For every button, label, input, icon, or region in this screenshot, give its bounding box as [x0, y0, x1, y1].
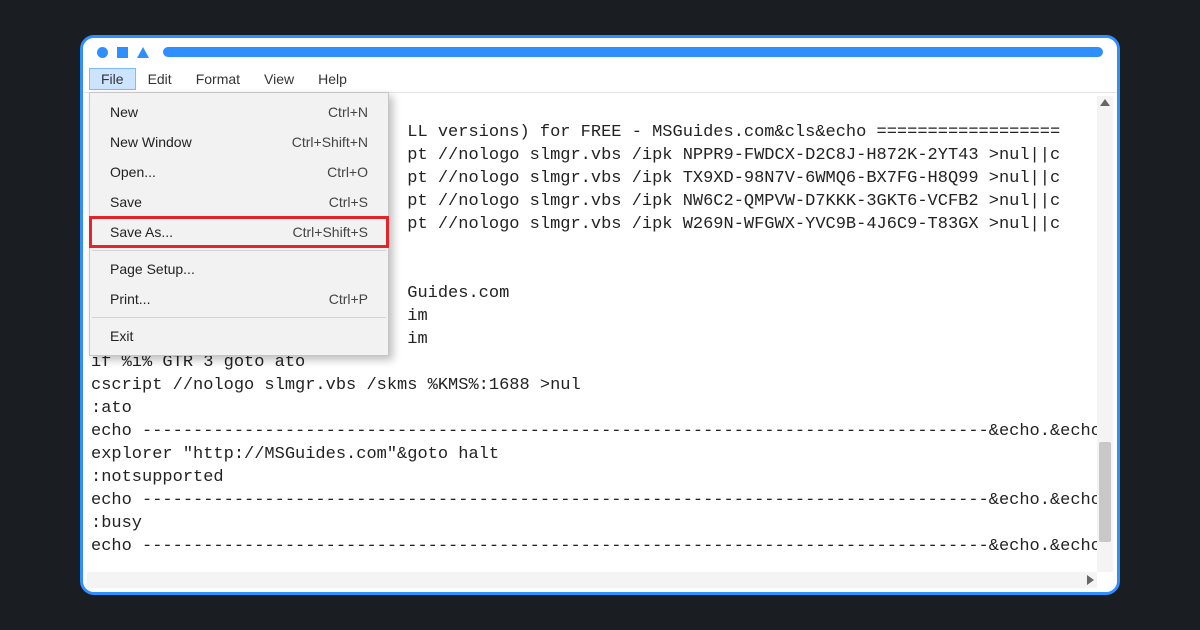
- menu-item-label: Open...: [110, 164, 156, 180]
- menu-item-label: New Window: [110, 134, 192, 150]
- menu-item-shortcut: Ctrl+N: [328, 104, 368, 120]
- menu-item-shortcut: Ctrl+O: [327, 164, 368, 180]
- menu-item-label: Print...: [110, 291, 150, 307]
- browser-mockup-window: File Edit Format View Help LL versions) …: [80, 35, 1120, 595]
- menu-item-print[interactable]: Print... Ctrl+P: [90, 284, 388, 314]
- menu-item-shortcut: Ctrl+Shift+S: [293, 224, 368, 240]
- titlebar: [83, 38, 1117, 66]
- menu-item-label: Page Setup...: [110, 261, 195, 277]
- scroll-up-arrow-icon[interactable]: [1100, 99, 1110, 106]
- menu-separator: [92, 250, 386, 251]
- menu-help[interactable]: Help: [306, 68, 359, 90]
- menu-item-page-setup[interactable]: Page Setup...: [90, 254, 388, 284]
- menu-item-new-window[interactable]: New Window Ctrl+Shift+N: [90, 127, 388, 157]
- menu-item-label: Save As...: [110, 224, 173, 240]
- menu-item-exit[interactable]: Exit: [90, 321, 388, 351]
- menu-item-open[interactable]: Open... Ctrl+O: [90, 157, 388, 187]
- menu-item-label: Save: [110, 194, 142, 210]
- menu-file[interactable]: File: [89, 68, 136, 90]
- menu-item-label: New: [110, 104, 138, 120]
- menu-item-shortcut: Ctrl+P: [329, 291, 368, 307]
- menu-item-shortcut: Ctrl+Shift+N: [292, 134, 368, 150]
- menu-item-label: Exit: [110, 328, 133, 344]
- traffic-light-icons: [97, 47, 149, 58]
- circle-icon: [97, 47, 108, 58]
- menu-separator: [92, 317, 386, 318]
- menu-edit[interactable]: Edit: [136, 68, 184, 90]
- menu-item-save[interactable]: Save Ctrl+S: [90, 187, 388, 217]
- menu-item-save-as[interactable]: Save As... Ctrl+Shift+S: [90, 217, 388, 247]
- menu-item-new[interactable]: New Ctrl+N: [90, 97, 388, 127]
- scroll-right-arrow-icon[interactable]: [1087, 575, 1094, 585]
- menu-item-shortcut: Ctrl+S: [329, 194, 368, 210]
- vertical-scroll-thumb[interactable]: [1099, 442, 1111, 542]
- file-menu-dropdown: New Ctrl+N New Window Ctrl+Shift+N Open... Ct…: [89, 92, 389, 356]
- vertical-scrollbar[interactable]: [1097, 96, 1113, 572]
- menu-view[interactable]: View: [252, 68, 306, 90]
- menu-format[interactable]: Format: [184, 68, 252, 90]
- notepad-app: File Edit Format View Help LL versions) …: [83, 66, 1117, 592]
- triangle-icon: [137, 47, 149, 58]
- horizontal-scrollbar[interactable]: [87, 572, 1097, 588]
- square-icon: [117, 47, 128, 58]
- address-bar-placeholder: [163, 47, 1103, 57]
- menubar: File Edit Format View Help: [83, 66, 1117, 93]
